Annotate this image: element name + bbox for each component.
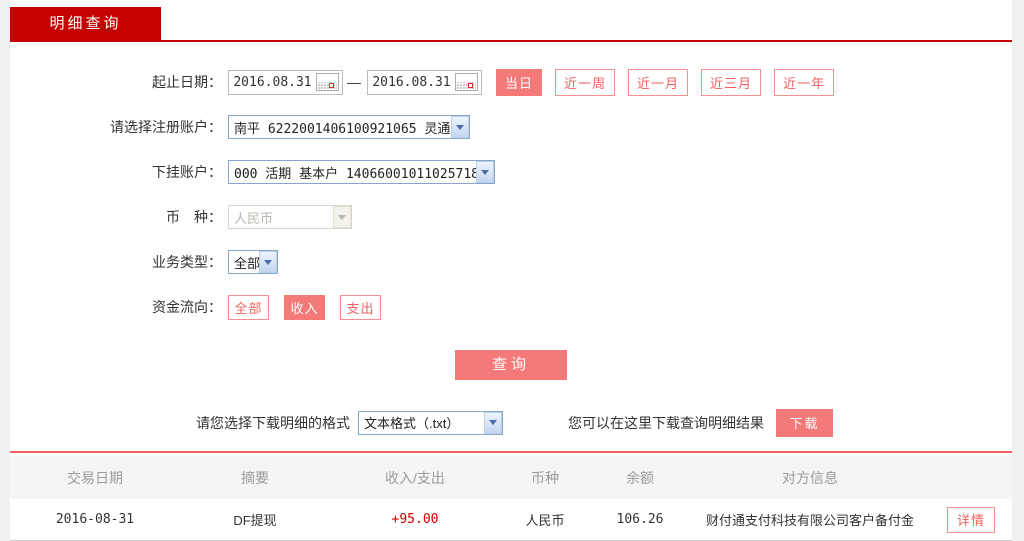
- download-hint: 您可以在这里下载查询明细结果: [568, 413, 764, 433]
- quick-range-year-button[interactable]: 近一年: [774, 69, 834, 96]
- download-button[interactable]: 下载: [776, 409, 833, 437]
- business-type-label: 业务类型：: [10, 252, 222, 272]
- register-account-value: 南平 6222001406100921065 灵通卡: [229, 118, 451, 137]
- business-type-row: 业务类型： 全部: [10, 249, 1012, 275]
- header-currency: 币种: [500, 468, 590, 488]
- table-row: 2016-08-31 DF提现 +95.00 人民币 106.26 财付通支付科…: [10, 499, 1012, 541]
- fund-flow-expense-button[interactable]: 支出: [340, 295, 381, 320]
- content-panel: 明细查询 起止日期： 2016.08.31 — 2016.08.31 当日 近一…: [10, 0, 1012, 513]
- register-account-row: 请选择注册账户： 南平 6222001406100921065 灵通卡: [10, 114, 1012, 140]
- tab-detail-query[interactable]: 明细查询: [10, 7, 161, 40]
- dropdown-arrow-icon[interactable]: [484, 412, 502, 434]
- currency-value: 人民币: [229, 208, 333, 227]
- sub-account-value: 000 活期 基本户 1406600101102571848: [229, 163, 476, 182]
- fund-flow-row: 资金流向： 全部 收入 支出: [10, 294, 1012, 320]
- business-type-select[interactable]: 全部: [228, 250, 278, 274]
- dropdown-arrow-icon[interactable]: [451, 116, 469, 138]
- fund-flow-income-button[interactable]: 收入: [284, 295, 325, 320]
- register-account-label: 请选择注册账户：: [10, 117, 222, 137]
- download-format-label: 请您选择下载明细的格式: [196, 413, 350, 433]
- dropdown-arrow-icon[interactable]: [476, 161, 494, 183]
- header-counterparty: 对方信息: [690, 468, 930, 488]
- download-row: 请您选择下载明细的格式 文本格式（.txt） 您可以在这里下载查询明细结果 下载: [10, 408, 1012, 437]
- start-date-input[interactable]: 2016.08.31: [228, 70, 343, 95]
- sub-account-label: 下挂账户：: [10, 162, 222, 182]
- currency-row: 币 种： 人民币: [10, 204, 1012, 230]
- query-form: 起止日期： 2016.08.31 — 2016.08.31 当日 近一周 近一月…: [10, 42, 1012, 380]
- fund-flow-all-button[interactable]: 全部: [228, 295, 269, 320]
- calendar-icon[interactable]: [316, 73, 339, 91]
- register-account-select[interactable]: 南平 6222001406100921065 灵通卡: [228, 115, 470, 139]
- header-balance: 余额: [590, 468, 690, 488]
- sub-account-select[interactable]: 000 活期 基本户 1406600101102571848: [228, 160, 495, 184]
- divider: [10, 451, 1012, 453]
- dropdown-arrow-icon[interactable]: [259, 251, 277, 273]
- date-range-separator: —: [347, 74, 361, 90]
- header-amount: 收入/支出: [350, 468, 480, 488]
- header-date: 交易日期: [10, 468, 180, 488]
- dropdown-arrow-icon: [333, 206, 351, 228]
- start-date-value: 2016.08.31: [229, 75, 316, 90]
- end-date-value: 2016.08.31: [368, 75, 455, 90]
- currency-label: 币 种：: [10, 207, 222, 227]
- cell-date: 2016-08-31: [10, 512, 180, 527]
- tab-bar: 明细查询: [10, 0, 1012, 42]
- date-range-row: 起止日期： 2016.08.31 — 2016.08.31 当日 近一周 近一月…: [10, 69, 1012, 95]
- end-date-input[interactable]: 2016.08.31: [367, 70, 482, 95]
- quick-range-3months-button[interactable]: 近三月: [701, 69, 761, 96]
- calendar-icon[interactable]: [455, 73, 478, 91]
- currency-select: 人民币: [228, 205, 352, 229]
- quick-range-month-button[interactable]: 近一月: [628, 69, 688, 96]
- detail-button[interactable]: 详情: [947, 507, 995, 533]
- header-summary: 摘要: [180, 468, 330, 488]
- table-header-row: 交易日期 摘要 收入/支出 币种 余额 对方信息: [10, 456, 1012, 499]
- fund-flow-label: 资金流向：: [10, 297, 222, 317]
- download-format-value: 文本格式（.txt）: [359, 413, 484, 432]
- query-button[interactable]: 查询: [455, 350, 567, 380]
- cell-amount: +95.00: [350, 512, 480, 527]
- business-type-value: 全部: [229, 253, 259, 272]
- quick-range-today-button[interactable]: 当日: [496, 69, 542, 96]
- quick-range-week-button[interactable]: 近一周: [555, 69, 615, 96]
- date-range-label: 起止日期：: [10, 72, 222, 92]
- download-format-select[interactable]: 文本格式（.txt）: [358, 411, 503, 435]
- sub-account-row: 下挂账户： 000 活期 基本户 1406600101102571848: [10, 159, 1012, 185]
- result-table: 交易日期 摘要 收入/支出 币种 余额 对方信息 2016-08-31 DF提现…: [10, 456, 1012, 541]
- cell-action: 详情: [930, 507, 1012, 533]
- cell-balance: 106.26: [590, 512, 690, 527]
